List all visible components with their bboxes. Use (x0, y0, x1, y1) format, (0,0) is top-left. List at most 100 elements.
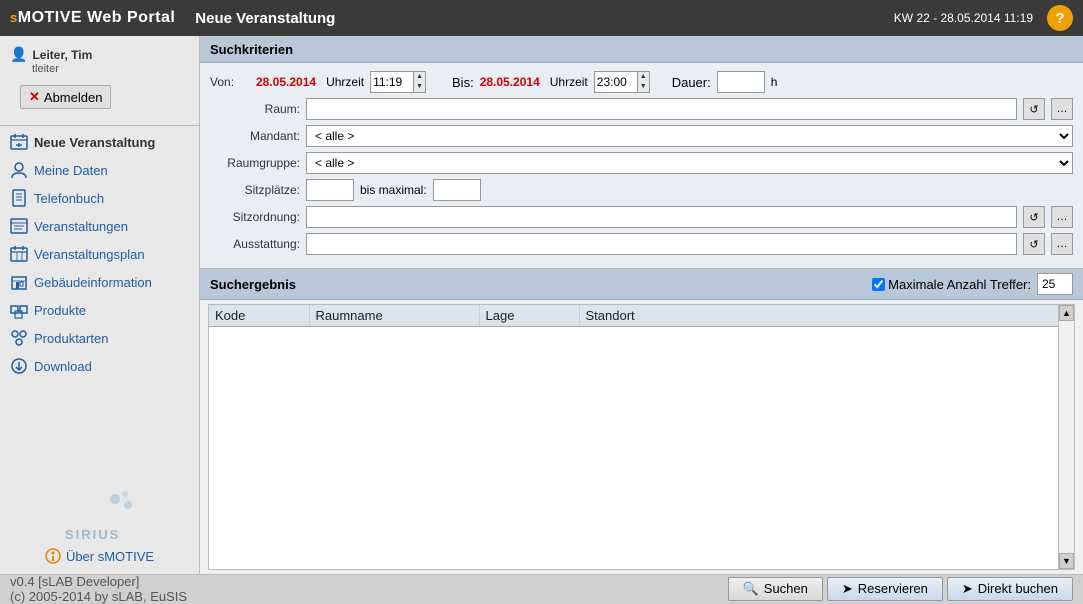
uber-smotive-link[interactable]: Über sMOTIVE (45, 548, 154, 564)
ausstattung-more-button[interactable]: … (1051, 233, 1073, 255)
sidebar-label-produkte: Produkte (34, 303, 86, 318)
ausstattung-input[interactable] (306, 233, 1017, 255)
logo-highlight: s (10, 10, 18, 25)
von-label: Von: (210, 75, 250, 89)
ausstattung-row: Ausstattung: ↺ … (210, 233, 1073, 255)
sidebar-label-veranstaltungen: Veranstaltungen (34, 219, 128, 234)
products-icon (10, 301, 28, 319)
reserve-btn-icon: ➤ (842, 581, 853, 597)
footer-buttons: 🔍 Suchen ➤ Reservieren ➤ Direkt buchen (728, 577, 1073, 601)
sidebar-label-meine-daten: Meine Daten (34, 163, 108, 178)
results-header-controls: Maximale Anzahl Treffer: (872, 273, 1073, 295)
dauer-input[interactable] (717, 71, 765, 93)
uhrzeit-label-bis: Uhrzeit (550, 75, 588, 89)
sitzplaetze-max-input[interactable] (433, 179, 481, 201)
x-icon: ✕ (29, 89, 40, 105)
version-line1: v0.4 [sLAB Developer] (10, 574, 728, 589)
results-section-label: Suchergebnis (210, 277, 296, 292)
user-info: 👤 Leiter, Tim tleiter (0, 40, 199, 79)
ausstattung-reset-button[interactable]: ↺ (1023, 233, 1045, 255)
sitzplaetze-min-input[interactable] (306, 179, 354, 201)
search-btn-icon: 🔍 (743, 581, 759, 597)
version-line2: (c) 2005-2014 by sLAB, EuSIS (10, 589, 728, 604)
mandant-label: Mandant: (210, 129, 300, 143)
search-btn-label: Suchen (764, 581, 808, 596)
help-button[interactable]: ? (1047, 5, 1073, 31)
sidebar-item-veranstaltungsplan[interactable]: Veranstaltungsplan (0, 240, 199, 268)
uber-smotive-label: Über sMOTIVE (66, 549, 154, 564)
col-kode: Kode (209, 305, 309, 327)
dauer-unit: h (771, 75, 778, 89)
bis-time-spinner[interactable]: ▲▼ (638, 71, 650, 93)
search-criteria-section: Suchkriterien Von: 28.05.2014 Uhrzeit 11… (200, 36, 1083, 269)
page-title: Neue Veranstaltung (195, 10, 893, 27)
col-raumname: Raumname (309, 305, 479, 327)
sidebar-item-telefonbuch[interactable]: Telefonbuch (0, 184, 199, 212)
app-header: ssMOTIVE Web PortalMOTIVE Web Portal Neu… (0, 0, 1083, 36)
app-footer: v0.4 [sLAB Developer] (c) 2005-2014 by s… (0, 574, 1083, 602)
building-icon (10, 273, 28, 291)
von-time-spinner[interactable]: ▲▼ (414, 71, 426, 93)
raum-input[interactable] (306, 98, 1017, 120)
sidebar-label-veranstaltungsplan: Veranstaltungsplan (34, 247, 145, 262)
svg-text:SIRIUS: SIRIUS (65, 527, 120, 542)
raum-row: Raum: ↺ … (210, 98, 1073, 120)
sidebar-item-neue-veranstaltung[interactable]: Neue Veranstaltung (0, 128, 199, 156)
results-table: Kode Raumname Lage Standort (209, 305, 1074, 327)
sirius-logo: SIRIUS (50, 474, 150, 544)
sidebar-label-gebaeudeinformation: Gebäudeinformation (34, 275, 152, 290)
scroll-up-button[interactable]: ▲ (1059, 305, 1074, 321)
sidebar-label-telefonbuch: Telefonbuch (34, 191, 104, 206)
raumgruppe-label: Raumgruppe: (210, 156, 300, 170)
direct-btn-label: Direkt buchen (978, 581, 1058, 596)
max-hits-checkbox[interactable] (872, 278, 885, 291)
raumgruppe-row: Raumgruppe: < alle > (210, 152, 1073, 174)
app-logo: ssMOTIVE Web PortalMOTIVE Web Portal (10, 9, 175, 27)
sidebar-label-produktarten: Produktarten (34, 331, 108, 346)
sitzordnung-row: Sitzordnung: ↺ … (210, 206, 1073, 228)
scroll-down-button[interactable]: ▼ (1059, 553, 1074, 569)
sidebar-item-gebaeudeinformation[interactable]: Gebäudeinformation (0, 268, 199, 296)
sidebar-item-download[interactable]: Download (0, 352, 199, 380)
von-time-input[interactable]: 11:19 (370, 71, 414, 93)
logout-label: Abmelden (44, 90, 103, 105)
direct-book-button[interactable]: ➤ Direkt buchen (947, 577, 1073, 601)
scrollbar-track (1059, 321, 1074, 553)
sidebar-item-veranstaltungen[interactable]: Veranstaltungen (0, 212, 199, 240)
von-date: 28.05.2014 (256, 75, 316, 89)
bis-label: Bis: (452, 75, 474, 90)
vertical-scrollbar[interactable]: ▲ ▼ (1058, 305, 1074, 569)
direct-btn-icon: ➤ (962, 581, 973, 597)
raumgruppe-select[interactable]: < alle > (306, 152, 1073, 174)
logout-button[interactable]: ✕ Abmelden (20, 85, 111, 109)
results-table-header-row: Kode Raumname Lage Standort (209, 305, 1074, 327)
raum-more-button[interactable]: … (1051, 98, 1073, 120)
sidebar-item-produkte[interactable]: Produkte (0, 296, 199, 324)
sitzordnung-reset-button[interactable]: ↺ (1023, 206, 1045, 228)
content-area: Suchkriterien Von: 28.05.2014 Uhrzeit 11… (200, 36, 1083, 574)
version-info: v0.4 [sLAB Developer] (c) 2005-2014 by s… (10, 574, 728, 604)
sidebar-item-produktarten[interactable]: Produktarten (0, 324, 199, 352)
sidebar-item-meine-daten[interactable]: Meine Daten (0, 156, 199, 184)
raum-label: Raum: (210, 102, 300, 116)
col-standort: Standort (579, 305, 1074, 327)
sidebar-label-neue-veranstaltung: Neue Veranstaltung (34, 135, 155, 150)
bis-date: 28.05.2014 (480, 75, 540, 89)
bis-time-group: 23:00 ▲▼ (594, 71, 650, 93)
sitzordnung-input[interactable] (306, 206, 1017, 228)
bis-time-input[interactable]: 23:00 (594, 71, 638, 93)
results-section: Suchergebnis Maximale Anzahl Treffer: Ko… (200, 269, 1083, 574)
search-criteria-header: Suchkriterien (200, 36, 1083, 63)
max-hits-checkbox-label: Maximale Anzahl Treffer: (872, 277, 1031, 292)
reserve-button[interactable]: ➤ Reservieren (827, 577, 943, 601)
reserve-btn-label: Reservieren (858, 581, 928, 596)
sitzordnung-more-button[interactable]: … (1051, 206, 1073, 228)
results-table-wrapper: Kode Raumname Lage Standort ▲ ▼ (208, 304, 1075, 570)
raum-reset-button[interactable]: ↺ (1023, 98, 1045, 120)
search-button[interactable]: 🔍 Suchen (728, 577, 823, 601)
list-icon (10, 217, 28, 235)
sidebar-divider-top (0, 125, 199, 126)
mandant-select[interactable]: < alle > (306, 125, 1073, 147)
user-login: tleiter (32, 63, 189, 75)
max-hits-input[interactable] (1037, 273, 1073, 295)
